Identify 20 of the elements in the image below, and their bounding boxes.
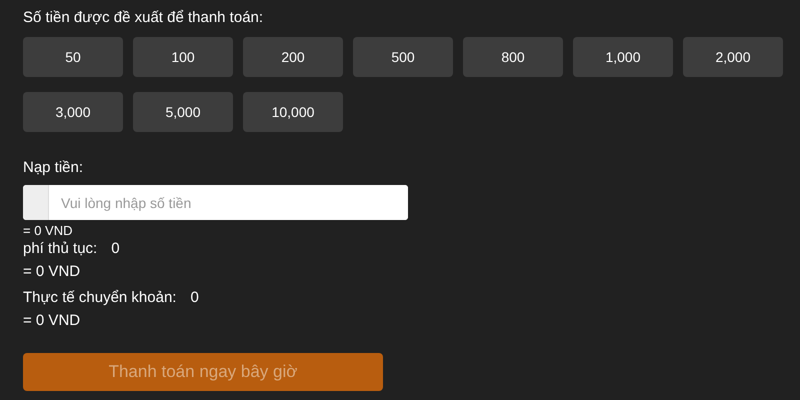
- amount-button[interactable]: 1,000: [573, 37, 673, 77]
- amount-button[interactable]: 200: [243, 37, 343, 77]
- fee-converted: = 0 VND: [23, 262, 82, 282]
- amount-button[interactable]: 50: [23, 37, 123, 77]
- fee-label: phí thủ tục:: [23, 239, 98, 259]
- actual-transfer-converted: = 0 VND: [23, 311, 82, 331]
- converted-amount: = 0 VND: [23, 223, 74, 239]
- amount-input-field[interactable]: Vui lòng nhập số tiền: [23, 185, 408, 220]
- amount-button[interactable]: 800: [463, 37, 563, 77]
- fee-value: 0: [111, 239, 120, 259]
- amount-button[interactable]: 100: [133, 37, 233, 77]
- actual-transfer-label: Thực tế chuyển khoản:: [23, 288, 176, 308]
- actual-transfer-value: 0: [190, 288, 199, 308]
- amount-button[interactable]: 500: [353, 37, 453, 77]
- deposit-label: Nạp tiền:: [23, 158, 84, 178]
- amount-button[interactable]: 10,000: [243, 92, 343, 132]
- amount-button[interactable]: 3,000: [23, 92, 123, 132]
- suggested-amounts-label: Số tiền được đề xuất để thanh toán:: [23, 8, 264, 28]
- amount-button[interactable]: 2,000: [683, 37, 783, 77]
- amount-button[interactable]: 5,000: [133, 92, 233, 132]
